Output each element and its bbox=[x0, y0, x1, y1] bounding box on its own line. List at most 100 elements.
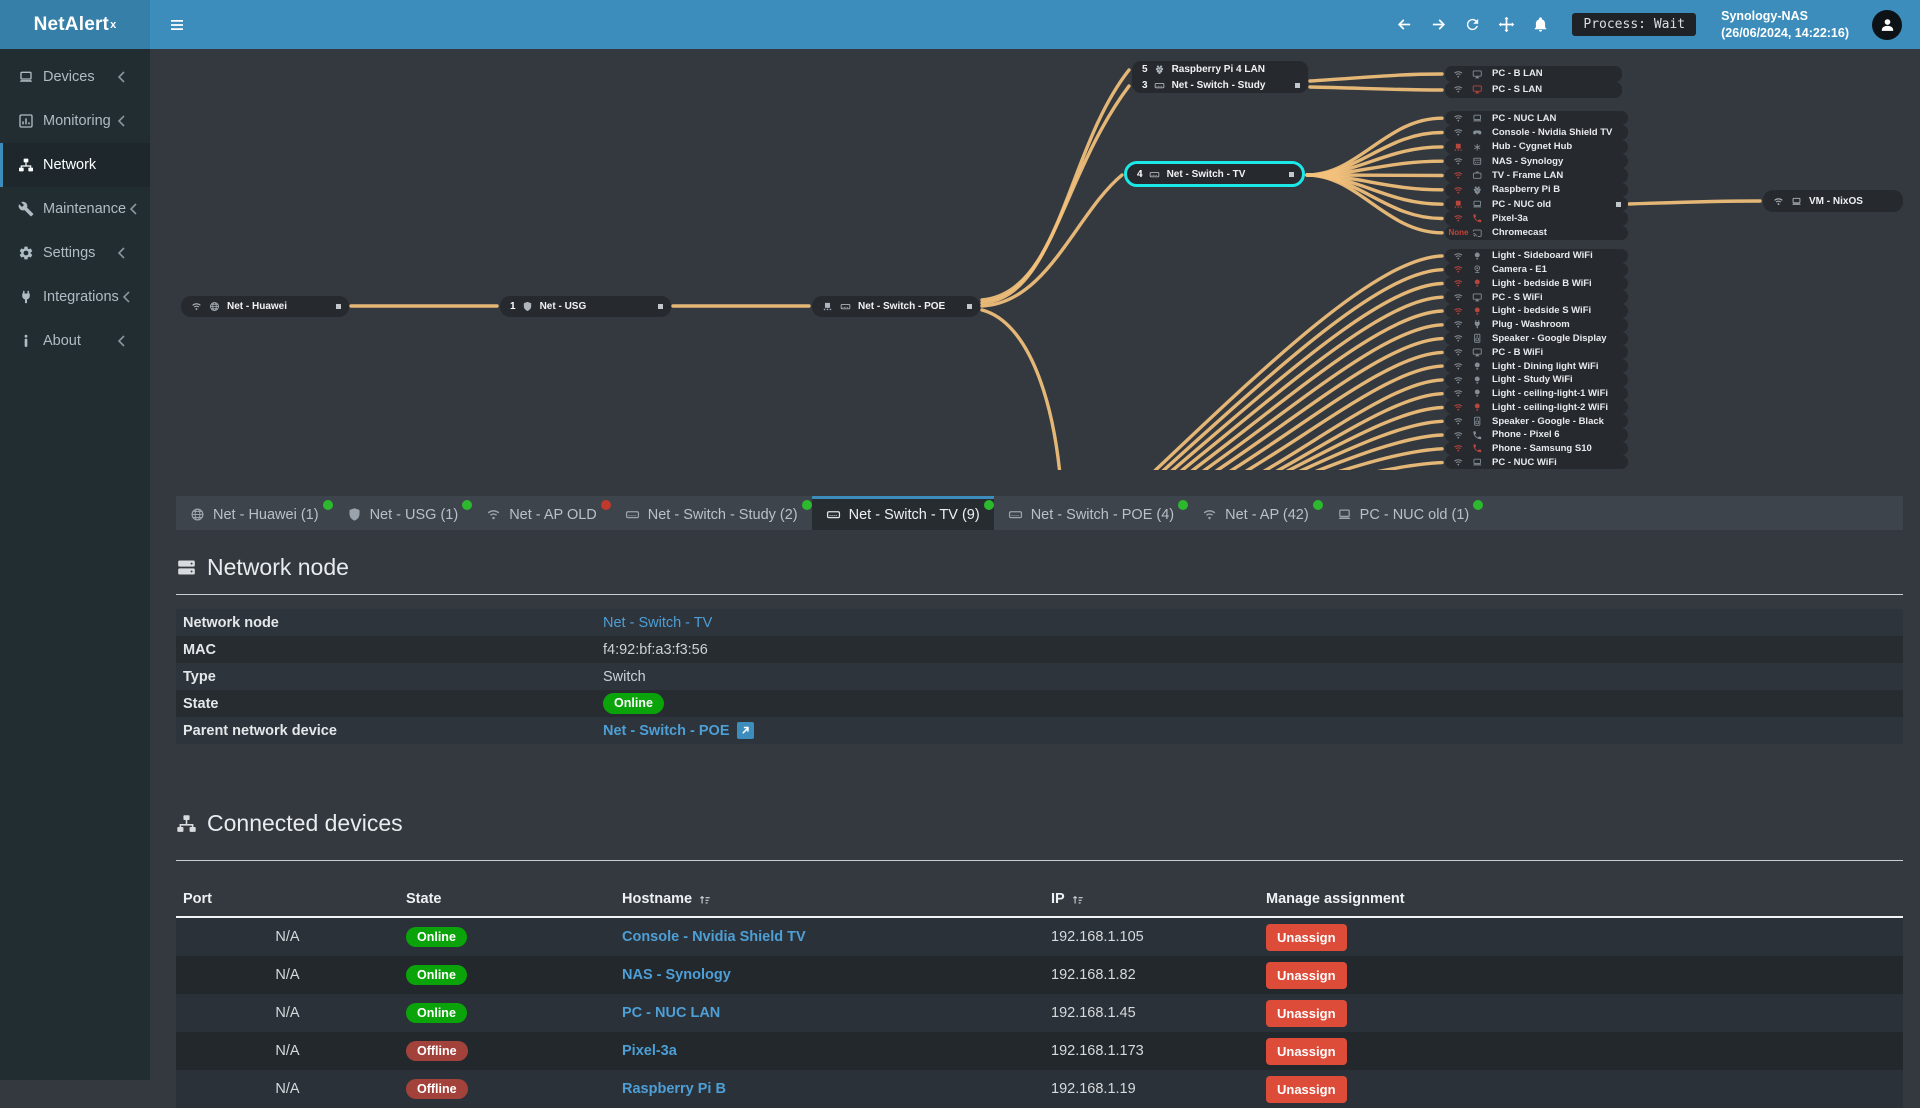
device-node-pc-b-wifi[interactable]: PC - B WiFi bbox=[1445, 345, 1628, 359]
tab-net-huawei-1[interactable]: Net - Huawei (1) bbox=[176, 496, 333, 530]
device-node-pc-nuc-wifi[interactable]: PC - NUC WiFi bbox=[1445, 455, 1628, 469]
device-node-speaker-google-display[interactable]: Speaker - Google Display bbox=[1445, 332, 1628, 346]
speaker-icon bbox=[1472, 416, 1483, 427]
main-content: Net - Huawei 1Net - USG Net - Switch - POE… bbox=[150, 49, 1920, 1080]
device-label: PC - S LAN bbox=[1492, 84, 1542, 95]
device-node-light-bedside-b-wifi[interactable]: Light - bedside B WiFi bbox=[1445, 277, 1628, 291]
device-node-light-bedside-s-wifi[interactable]: Light - bedside S WiFi bbox=[1445, 304, 1628, 318]
device-node-phone-pixel-6[interactable]: Phone - Pixel 6 bbox=[1445, 428, 1628, 442]
tab-net-ap-old[interactable]: Net - AP OLD bbox=[472, 496, 611, 530]
ip-cell: 192.168.1.173 bbox=[1044, 1043, 1259, 1059]
node-label: Net - Switch - Study bbox=[1172, 80, 1266, 91]
node-vm-nixos[interactable]: VM - NixOS bbox=[1763, 190, 1903, 212]
tab-label: Net - AP (42) bbox=[1225, 507, 1309, 523]
chevron-left-icon bbox=[114, 245, 139, 261]
unassign-button[interactable]: Unassign bbox=[1266, 924, 1347, 951]
wifi-icon bbox=[1453, 170, 1464, 181]
device-node-hub-cygnet-hub[interactable]: Hub - Cygnet Hub bbox=[1445, 140, 1628, 154]
node-net-switch-poe[interactable]: Net - Switch - POE bbox=[812, 296, 980, 317]
monitor-icon bbox=[1472, 84, 1483, 95]
tab-net-usg-1[interactable]: Net - USG (1) bbox=[333, 496, 473, 530]
column-header-ip[interactable]: IP bbox=[1044, 891, 1259, 916]
device-node-plug-washroom[interactable]: Plug - Washroom bbox=[1445, 318, 1628, 332]
tab-net-switch-study-2[interactable]: Net - Switch - Study (2) bbox=[611, 496, 812, 530]
state-badge: Online bbox=[603, 693, 664, 714]
external-link-icon[interactable] bbox=[737, 722, 754, 739]
console-icon bbox=[1472, 127, 1483, 138]
network-topology-diagram[interactable]: Net - Huawei 1Net - USG Net - Switch - POE… bbox=[150, 49, 1920, 470]
bulb-icon bbox=[1472, 306, 1483, 317]
node-net-usg[interactable]: 1Net - USG bbox=[500, 296, 671, 317]
hostname-link[interactable]: Console - Nvidia Shield TV bbox=[622, 929, 806, 945]
device-node-light-study-wifi[interactable]: Light - Study WiFi bbox=[1445, 373, 1628, 387]
device-node-light-dining-light-wifi[interactable]: Light - Dining light WiFi bbox=[1445, 359, 1628, 373]
hostname-link[interactable]: Raspberry Pi B bbox=[622, 1081, 726, 1097]
move-icon[interactable] bbox=[1498, 16, 1515, 33]
node-raspberry-pi-4-lan[interactable]: 5Raspberry Pi 4 LAN bbox=[1132, 61, 1308, 77]
parent-node-link[interactable]: Net - Switch - POE bbox=[603, 723, 730, 739]
device-node-raspberry-pi-b[interactable]: Raspberry Pi B bbox=[1445, 183, 1628, 197]
device-node-phone-samsung-s10[interactable]: Phone - Samsung S10 bbox=[1445, 442, 1628, 456]
table-header-row: PortStateHostnameIPManage assignment bbox=[176, 861, 1903, 918]
device-node-pc-s-wifi[interactable]: PC - S WiFi bbox=[1445, 290, 1628, 304]
node-link[interactable]: Net - Switch - TV bbox=[603, 615, 712, 631]
device-node-light-sideboard-wifi[interactable]: Light - Sideboard WiFi bbox=[1445, 249, 1628, 263]
hostname-link[interactable]: Pixel-3a bbox=[622, 1043, 677, 1059]
node-net-huawei[interactable]: Net - Huawei bbox=[181, 296, 349, 317]
unassign-button[interactable]: Unassign bbox=[1266, 1000, 1347, 1027]
sidebar-item-settings[interactable]: Settings bbox=[0, 231, 150, 275]
wifi-icon bbox=[1453, 292, 1464, 303]
switch-icon bbox=[1149, 169, 1160, 180]
tab-net-ap-42[interactable]: Net - AP (42) bbox=[1188, 496, 1323, 530]
connector-square bbox=[336, 304, 341, 309]
sidebar-item-label: Monitoring bbox=[43, 113, 111, 129]
sidebar-item-network[interactable]: Network bbox=[0, 143, 150, 187]
device-node-pc-b-lan[interactable]: PC - B LAN bbox=[1445, 66, 1622, 82]
wifi-icon bbox=[1453, 84, 1464, 95]
device-node-light-ceiling-light-1-wifi[interactable]: Light - ceiling-light-1 WiFi bbox=[1445, 387, 1628, 401]
tab-net-switch-poe-4[interactable]: Net - Switch - POE (4) bbox=[994, 496, 1188, 530]
refresh-icon[interactable] bbox=[1464, 16, 1481, 33]
hostname-link[interactable]: PC - NUC LAN bbox=[622, 1005, 720, 1021]
device-node-pc-nuc-lan[interactable]: PC - NUC LAN bbox=[1445, 111, 1628, 125]
device-node-pc-nuc-old[interactable]: PC - NUC old bbox=[1445, 197, 1628, 211]
device-node-camera-e1[interactable]: Camera - E1 bbox=[1445, 263, 1628, 277]
column-header-state: State bbox=[399, 891, 615, 916]
sidebar-item-devices[interactable]: Devices bbox=[0, 55, 150, 99]
manage-cell: Unassign bbox=[1259, 1038, 1903, 1065]
connected-count: 1 bbox=[510, 301, 516, 312]
device-node-nas-synology[interactable]: NAS - Synology bbox=[1445, 154, 1628, 168]
tab-net-switch-tv-9[interactable]: Net - Switch - TV (9) bbox=[812, 496, 994, 530]
device-node-tv-frame-lan[interactable]: TV - Frame LAN bbox=[1445, 168, 1628, 182]
wifi-icon bbox=[1453, 69, 1464, 80]
arrow-left-icon[interactable] bbox=[1396, 16, 1413, 33]
sidebar-toggle-icon[interactable] bbox=[168, 16, 186, 34]
node-net-switch-study[interactable]: 3Net - Switch - Study bbox=[1132, 77, 1308, 93]
device-node-chromecast[interactable]: NoneChromecast bbox=[1445, 226, 1628, 240]
user-avatar[interactable] bbox=[1872, 10, 1902, 40]
app-logo[interactable]: NetAlertx bbox=[0, 0, 150, 49]
device-node-light-ceiling-light-2-wifi[interactable]: Light - ceiling-light-2 WiFi bbox=[1445, 400, 1628, 414]
hostname-link[interactable]: NAS - Synology bbox=[622, 967, 731, 983]
sidebar-item-about[interactable]: About bbox=[0, 319, 150, 363]
arrow-right-icon[interactable] bbox=[1430, 16, 1447, 33]
detail-value: f4:92:bf:a3:f3:56 bbox=[603, 642, 708, 658]
tab-pc-nuc-old-1[interactable]: PC - NUC old (1) bbox=[1323, 496, 1484, 530]
connector-square bbox=[658, 304, 663, 309]
table-row-console-nvidia-shield-tv: N/AOnlineConsole - Nvidia Shield TV192.1… bbox=[176, 918, 1903, 956]
unassign-button[interactable]: Unassign bbox=[1266, 1038, 1347, 1065]
device-node-speaker-google-black[interactable]: Speaker - Google - Black bbox=[1445, 414, 1628, 428]
node-net-switch-tv[interactable]: 4Net - Switch - TV bbox=[1124, 161, 1305, 187]
device-node-pixel-3a[interactable]: Pixel-3a bbox=[1445, 211, 1628, 225]
column-header-hostname[interactable]: Hostname bbox=[615, 891, 1044, 916]
detail-row-mac: MACf4:92:bf:a3:f3:56 bbox=[176, 636, 1903, 663]
bulb-icon bbox=[1472, 402, 1483, 413]
sidebar-item-maintenance[interactable]: Maintenance bbox=[0, 187, 150, 231]
sidebar-item-monitoring[interactable]: Monitoring bbox=[0, 99, 150, 143]
device-label: PC - S WiFi bbox=[1492, 292, 1543, 303]
device-node-console-nvidia-shield-tv[interactable]: Console - Nvidia Shield TV bbox=[1445, 125, 1628, 139]
device-node-pc-s-lan[interactable]: PC - S LAN bbox=[1445, 82, 1622, 98]
unassign-button[interactable]: Unassign bbox=[1266, 962, 1347, 989]
sidebar-item-integrations[interactable]: Integrations bbox=[0, 275, 150, 319]
bell-icon[interactable] bbox=[1532, 16, 1549, 33]
